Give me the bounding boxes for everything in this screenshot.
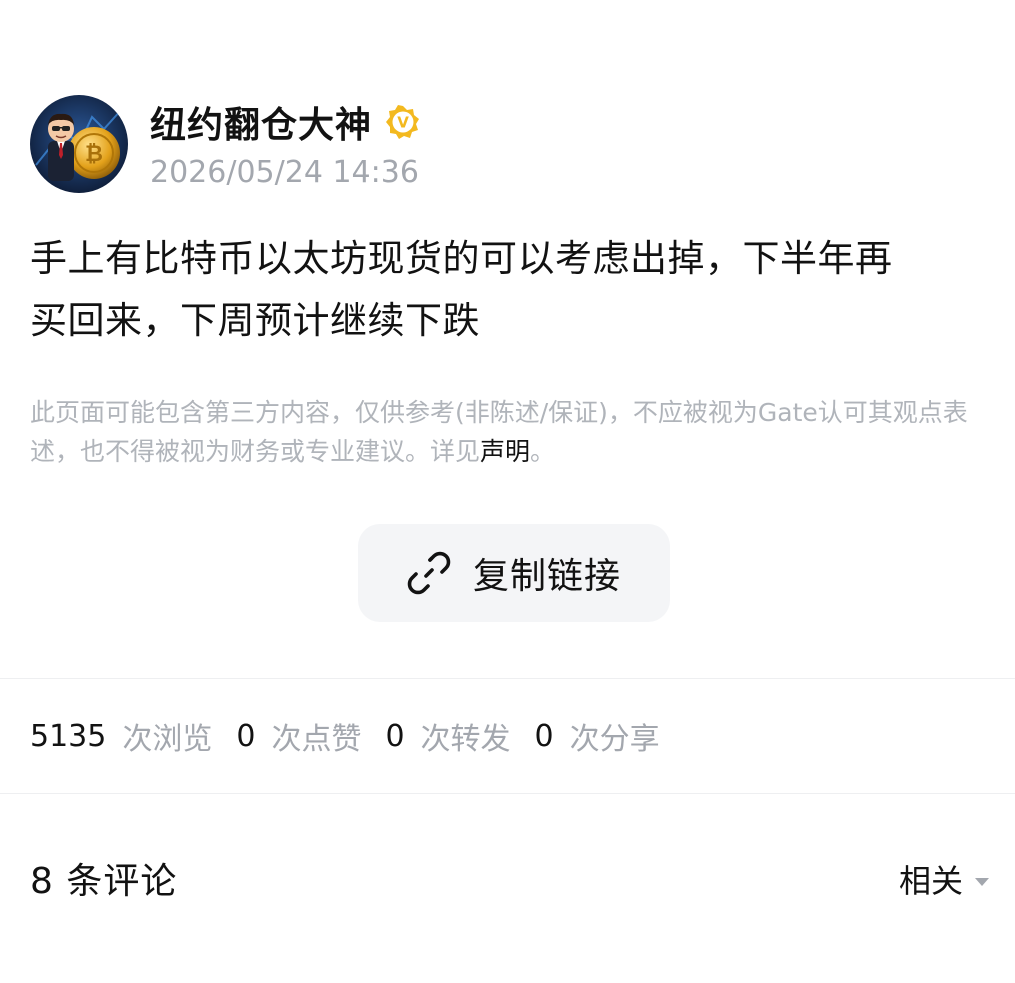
divider-bottom: [0, 793, 1015, 794]
post-author-header: ₿ 纽约翻仓大神 V 2026/05/24 14:36: [30, 95, 420, 193]
copy-link-label: 复制链接: [472, 556, 621, 597]
copy-link-button[interactable]: 复制链接: [358, 524, 670, 622]
disclaimer-statement-link[interactable]: 声明: [480, 437, 530, 466]
author-name[interactable]: 纽约翻仓大神: [150, 96, 372, 148]
post-timestamp: 2026/05/24 14:36: [150, 155, 419, 190]
shares-label: 次分享: [569, 722, 660, 757]
likes-count: 0: [236, 718, 256, 754]
post-content-line-2: 买回来，下周预计继续下跌: [30, 299, 480, 342]
author-meta: 纽约翻仓大神 V 2026/05/24 14:36: [150, 95, 420, 190]
shares-count: 0: [534, 718, 554, 754]
views-count: 5135: [30, 718, 107, 754]
views-label: 次浏览: [122, 722, 213, 757]
verified-badge-icon: V: [386, 105, 420, 139]
post-content-line-1: 手上有比特币以太坊现货的可以考虑出掉，下半年再: [30, 237, 893, 280]
author-avatar[interactable]: ₿: [30, 95, 128, 193]
reposts-label: 次转发: [420, 722, 511, 757]
comments-sort-dropdown[interactable]: 相关: [899, 856, 991, 902]
post-content: 手上有比特币以太坊现货的可以考虑出掉，下半年再 买回来，下周预计继续下跌: [30, 228, 990, 352]
disclaimer-tail: 。: [530, 437, 556, 466]
divider-top: [0, 678, 1015, 679]
svg-text:₿: ₿: [85, 142, 103, 167]
comments-count-title: 8 条评论: [30, 861, 178, 902]
likes-label: 次点赞: [271, 722, 362, 757]
disclaimer: 此页面可能包含第三方内容，仅供参考(非陈述/保证)，不应被视为Gate认可其观点…: [30, 393, 995, 471]
reposts-count: 0: [385, 718, 405, 754]
verified-badge-letter: V: [397, 114, 409, 132]
sort-label: 相关: [898, 862, 963, 900]
avatar-image: ₿: [30, 95, 128, 193]
author-name-row: 纽约翻仓大神 V: [150, 101, 420, 146]
link-icon: [407, 551, 451, 595]
post-stats: 5135 次浏览 0 次点赞 0 次转发 0 次分享: [30, 713, 684, 759]
caret-down-icon: [973, 873, 991, 886]
